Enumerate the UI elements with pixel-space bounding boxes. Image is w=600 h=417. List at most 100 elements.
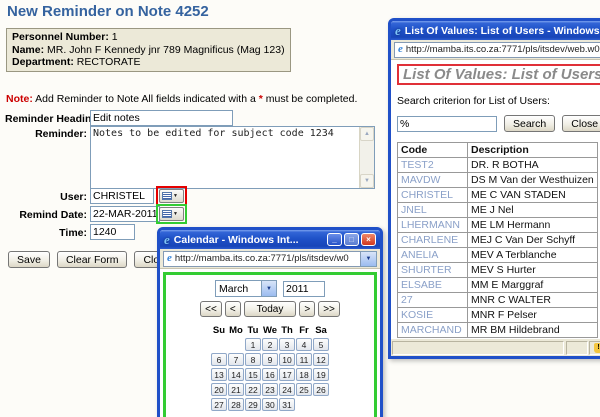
user-description: DR. R BOTHA bbox=[467, 157, 598, 173]
lov-window: e List Of Values: List of Users - Window… bbox=[388, 18, 600, 359]
personnel-number-value: 1 bbox=[111, 31, 118, 43]
search-input[interactable] bbox=[397, 115, 497, 132]
user-code-link[interactable]: ANELIA bbox=[397, 247, 468, 263]
calendar-day[interactable]: 4 bbox=[296, 338, 312, 351]
search-criterion-label: Search criterion for List of Users: bbox=[397, 95, 550, 107]
user-code-link[interactable]: LHERMANN bbox=[397, 217, 468, 233]
minimize-icon[interactable]: _ bbox=[327, 233, 342, 246]
textarea-scrollbar[interactable]: ▲ ▼ bbox=[359, 127, 374, 188]
calendar-day[interactable]: 22 bbox=[245, 383, 261, 396]
user-code-link[interactable]: JNEL bbox=[397, 202, 468, 218]
calendar-day[interactable]: 10 bbox=[279, 353, 295, 366]
calendar-icon bbox=[162, 210, 172, 218]
scroll-down-icon[interactable]: ▼ bbox=[360, 174, 374, 188]
remind-date-input[interactable] bbox=[90, 206, 160, 222]
user-label: User: bbox=[60, 191, 87, 203]
calendar-day[interactable]: 1 bbox=[245, 338, 261, 351]
user-row: MAVDW DS M Van der Westhuizen bbox=[397, 172, 598, 188]
statusbar-cell bbox=[566, 340, 589, 355]
user-code-link[interactable]: SHURTER bbox=[397, 262, 468, 278]
calendar-day[interactable]: 23 bbox=[262, 383, 278, 396]
time-label: Time: bbox=[59, 227, 87, 239]
calendar-day[interactable]: 15 bbox=[245, 368, 261, 381]
users-table-body: TEST2 DR. R BOTHA MAVDW DS M Van der Westhu… bbox=[397, 157, 598, 338]
personnel-name-label: Name: bbox=[12, 43, 45, 56]
user-code-link[interactable]: CHRISTEL bbox=[397, 187, 468, 203]
user-row: 27 MNR C WALTER bbox=[397, 292, 598, 308]
calendar-day[interactable]: 31 bbox=[279, 398, 295, 411]
calendar-day[interactable]: 28 bbox=[228, 398, 244, 411]
date-picker-button[interactable]: ▼ bbox=[159, 207, 184, 221]
address-dropdown-icon[interactable]: ▼ bbox=[361, 250, 377, 267]
calendar-day[interactable]: 5 bbox=[313, 338, 329, 351]
personnel-number-line: Personnel Number: 1 bbox=[12, 31, 285, 44]
calendar-nav-next-month[interactable]: > bbox=[299, 301, 316, 317]
calendar-day[interactable]: 26 bbox=[313, 383, 329, 396]
calendar-titlebar[interactable]: e Calendar - Windows Int... _ □ × bbox=[160, 230, 380, 249]
reminder-heading-label: Reminder Heading bbox=[5, 113, 98, 125]
calendar-day[interactable]: 2 bbox=[262, 338, 278, 351]
user-description: MEV A Terblanche bbox=[467, 247, 598, 263]
calendar-day[interactable]: 11 bbox=[296, 353, 312, 366]
lov-close-button[interactable]: Close bbox=[562, 115, 600, 132]
calendar-day[interactable]: 3 bbox=[279, 338, 295, 351]
calendar-day[interactable]: 8 bbox=[245, 353, 261, 366]
year-input[interactable] bbox=[283, 280, 325, 297]
calendar-day[interactable]: 29 bbox=[245, 398, 261, 411]
lov-titlebar[interactable]: e List Of Values: List of Users - Window… bbox=[391, 21, 600, 40]
calendar-day[interactable]: 30 bbox=[262, 398, 278, 411]
calendar-window: e Calendar - Windows Int... _ □ × e http… bbox=[157, 227, 383, 417]
scroll-up-icon[interactable]: ▲ bbox=[360, 127, 374, 141]
calendar-day[interactable]: 18 bbox=[296, 368, 312, 381]
form-buttons: Save Clear Form Close bbox=[8, 251, 180, 268]
window-controls: _ □ × bbox=[327, 233, 376, 246]
calendar-day[interactable]: 6 bbox=[211, 353, 227, 366]
lov-content: List Of Values: List of Users Search cri… bbox=[391, 60, 600, 338]
calendar-nav-prev-month[interactable]: < bbox=[224, 301, 241, 317]
calendar-day[interactable]: 19 bbox=[313, 368, 329, 381]
calendar-nav-next-year[interactable]: >> bbox=[318, 301, 340, 317]
time-input[interactable] bbox=[90, 224, 135, 240]
calendar-day[interactable]: 24 bbox=[279, 383, 295, 396]
save-button[interactable]: Save bbox=[8, 251, 50, 268]
statusbar-zone: ! Internet bbox=[589, 340, 600, 355]
user-code-link[interactable]: KOSIE bbox=[397, 307, 468, 323]
calendar-day[interactable]: 7 bbox=[228, 353, 244, 366]
reminder-textarea[interactable]: Notes to be edited for subject code 1234… bbox=[90, 126, 375, 189]
reminder-label: Reminder: bbox=[35, 128, 87, 140]
calendar-nav-today[interactable]: Today bbox=[243, 301, 297, 317]
user-lov-button[interactable]: ▼ bbox=[159, 189, 184, 203]
calendar-day[interactable]: 25 bbox=[296, 383, 312, 396]
calendar-nav-prev-year[interactable]: << bbox=[200, 301, 222, 317]
lov-address-input[interactable]: e http://mamba.its.co.za:7771/pls/itsdev… bbox=[394, 41, 600, 58]
user-code-link[interactable]: 27 bbox=[397, 292, 468, 308]
calendar-day[interactable]: 21 bbox=[228, 383, 244, 396]
search-button[interactable]: Search bbox=[504, 115, 556, 132]
clear-form-button[interactable]: Clear Form bbox=[56, 251, 128, 268]
user-input[interactable] bbox=[90, 188, 154, 204]
user-code-link[interactable]: ELSABE bbox=[397, 277, 468, 293]
month-select[interactable]: March ▼ bbox=[215, 280, 277, 297]
user-code-link[interactable]: TEST2 bbox=[397, 157, 468, 173]
maximize-icon[interactable]: □ bbox=[344, 233, 359, 246]
calendar-day[interactable]: 12 bbox=[313, 353, 329, 366]
scrollbar-track[interactable] bbox=[360, 141, 374, 174]
calendar-day[interactable]: 20 bbox=[211, 383, 227, 396]
reminder-heading-input[interactable] bbox=[90, 110, 233, 126]
day-header: Mo bbox=[229, 325, 243, 336]
calendar-day[interactable]: 16 bbox=[262, 368, 278, 381]
calendar-day[interactable]: 27 bbox=[211, 398, 227, 411]
user-description: ME LM Hermann bbox=[467, 217, 598, 233]
user-code-link[interactable]: MAVDW bbox=[397, 172, 468, 188]
calendar-day[interactable]: 9 bbox=[262, 353, 278, 366]
calendar-address-input[interactable]: e http://mamba.its.co.za:7771/pls/itsdev… bbox=[163, 250, 361, 267]
close-icon[interactable]: × bbox=[361, 233, 376, 246]
calendar-day[interactable]: 14 bbox=[228, 368, 244, 381]
calendar-day[interactable]: 13 bbox=[211, 368, 227, 381]
calendar-day[interactable]: 17 bbox=[279, 368, 295, 381]
user-code-link[interactable]: MARCHAND bbox=[397, 322, 468, 338]
lov-statusbar: ! Internet bbox=[391, 338, 600, 356]
ie-page-icon: e bbox=[398, 43, 403, 55]
calendar-month-row: March ▼ bbox=[166, 280, 374, 297]
user-code-link[interactable]: CHARLENE bbox=[397, 232, 468, 248]
